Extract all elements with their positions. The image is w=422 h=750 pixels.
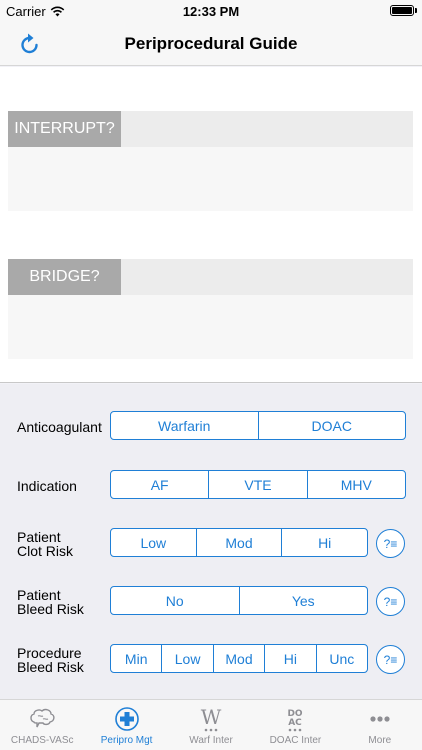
input-controls: Anticoagulant Warfarin DOAC Indication A… <box>0 384 422 699</box>
interrupt-result <box>8 147 413 211</box>
tab-label-warf-inter: Warf Inter <box>189 735 233 746</box>
bleed-risk-label: Patient Bleed Risk <box>17 588 84 616</box>
battery-cap <box>415 8 417 13</box>
anticoagulant-segmented-control: Warfarin DOAC <box>110 411 406 440</box>
clot-risk-segmented-control: Low Mod Hi <box>110 528 368 557</box>
indication-option-mhv[interactable]: MHV <box>308 471 405 498</box>
medical-cross-icon <box>114 706 140 732</box>
anticoagulant-option-warfarin[interactable]: Warfarin <box>111 412 259 439</box>
clot-risk-option-low[interactable]: Low <box>111 529 197 556</box>
status-time: 12:33 PM <box>182 4 240 19</box>
bleed-risk-option-no[interactable]: No <box>111 587 240 614</box>
procedure-bleed-option-min[interactable]: Min <box>111 645 163 672</box>
bridge-section: BRIDGE? <box>8 259 413 359</box>
brain-icon <box>29 706 55 732</box>
tab-peripro-mgt[interactable]: Peripro Mgt <box>84 700 168 750</box>
tab-label-peripro-mgt: Peripro Mgt <box>100 735 153 746</box>
navigation-bar: Periprocedural Guide <box>0 22 422 66</box>
battery-icon <box>390 5 414 16</box>
bridge-label: BRIDGE? <box>8 259 121 295</box>
bleed-risk-label-line1: Patient <box>17 587 61 603</box>
clot-risk-label: Patient Clot Risk <box>17 530 73 558</box>
interrupt-section: INTERRUPT? <box>8 111 413 211</box>
anticoagulant-label: Anticoagulant <box>17 419 102 435</box>
procedure-bleed-help-button[interactable]: ?≡ <box>376 645 405 674</box>
indication-option-af[interactable]: AF <box>111 471 210 498</box>
more-icon <box>367 706 393 732</box>
indication-label: Indication <box>17 478 77 494</box>
procedure-bleed-option-hi[interactable]: Hi <box>265 645 317 672</box>
status-bar: Carrier 12:33 PM <box>0 0 422 22</box>
tab-doac-inter[interactable]: DO AC DOAC Inter <box>253 700 337 750</box>
page-title: Periprocedural Guide <box>124 34 298 53</box>
procedure-bleed-option-unc[interactable]: Unc <box>317 645 367 672</box>
procedure-bleed-label: Procedure Bleed Risk <box>17 646 84 674</box>
indication-option-vte[interactable]: VTE <box>209 471 308 498</box>
bleed-risk-label-line2: Bleed Risk <box>17 601 84 617</box>
interrupt-header: INTERRUPT? <box>8 111 413 147</box>
tab-label-chads-vasc: CHADS-VASc <box>10 735 74 746</box>
tab-more[interactable]: More <box>338 700 422 750</box>
procedure-bleed-option-low[interactable]: Low <box>162 645 214 672</box>
warfarin-w-icon: W <box>198 706 224 732</box>
svg-text:AC: AC <box>289 718 303 728</box>
procedure-bleed-label-line2: Bleed Risk <box>17 659 84 675</box>
procedure-bleed-option-mod[interactable]: Mod <box>214 645 266 672</box>
tab-warf-inter[interactable]: W Warf Inter <box>169 700 253 750</box>
results-panel: INTERRUPT? BRIDGE? <box>0 67 422 383</box>
bridge-result <box>8 295 413 359</box>
tab-label-more: More <box>368 735 392 746</box>
interrupt-label: INTERRUPT? <box>8 111 121 147</box>
doac-icon: DO AC <box>282 706 308 732</box>
tab-bar: CHADS-VASc Peripro Mgt W Warf Inter DO A… <box>0 699 422 750</box>
clot-risk-help-button[interactable]: ?≡ <box>376 529 405 558</box>
tab-label-doac-inter: DOAC Inter <box>269 735 322 746</box>
tab-chads-vasc[interactable]: CHADS-VASc <box>0 700 84 750</box>
clot-risk-label-line2: Clot Risk <box>17 543 74 559</box>
svg-text:W: W <box>201 706 222 729</box>
bleed-risk-option-yes[interactable]: Yes <box>240 587 368 614</box>
clot-risk-label-line1: Patient <box>17 529 61 545</box>
bleed-risk-segmented-control: No Yes <box>110 586 368 615</box>
bridge-header: BRIDGE? <box>8 259 413 295</box>
procedure-bleed-segmented-control: Min Low Mod Hi Unc <box>110 644 368 673</box>
anticoagulant-option-doac[interactable]: DOAC <box>259 412 406 439</box>
procedure-bleed-label-line1: Procedure <box>17 645 82 661</box>
bleed-risk-help-button[interactable]: ?≡ <box>376 587 405 616</box>
clot-risk-option-hi[interactable]: Hi <box>282 529 367 556</box>
indication-segmented-control: AF VTE MHV <box>110 470 406 499</box>
clot-risk-option-mod[interactable]: Mod <box>197 529 283 556</box>
